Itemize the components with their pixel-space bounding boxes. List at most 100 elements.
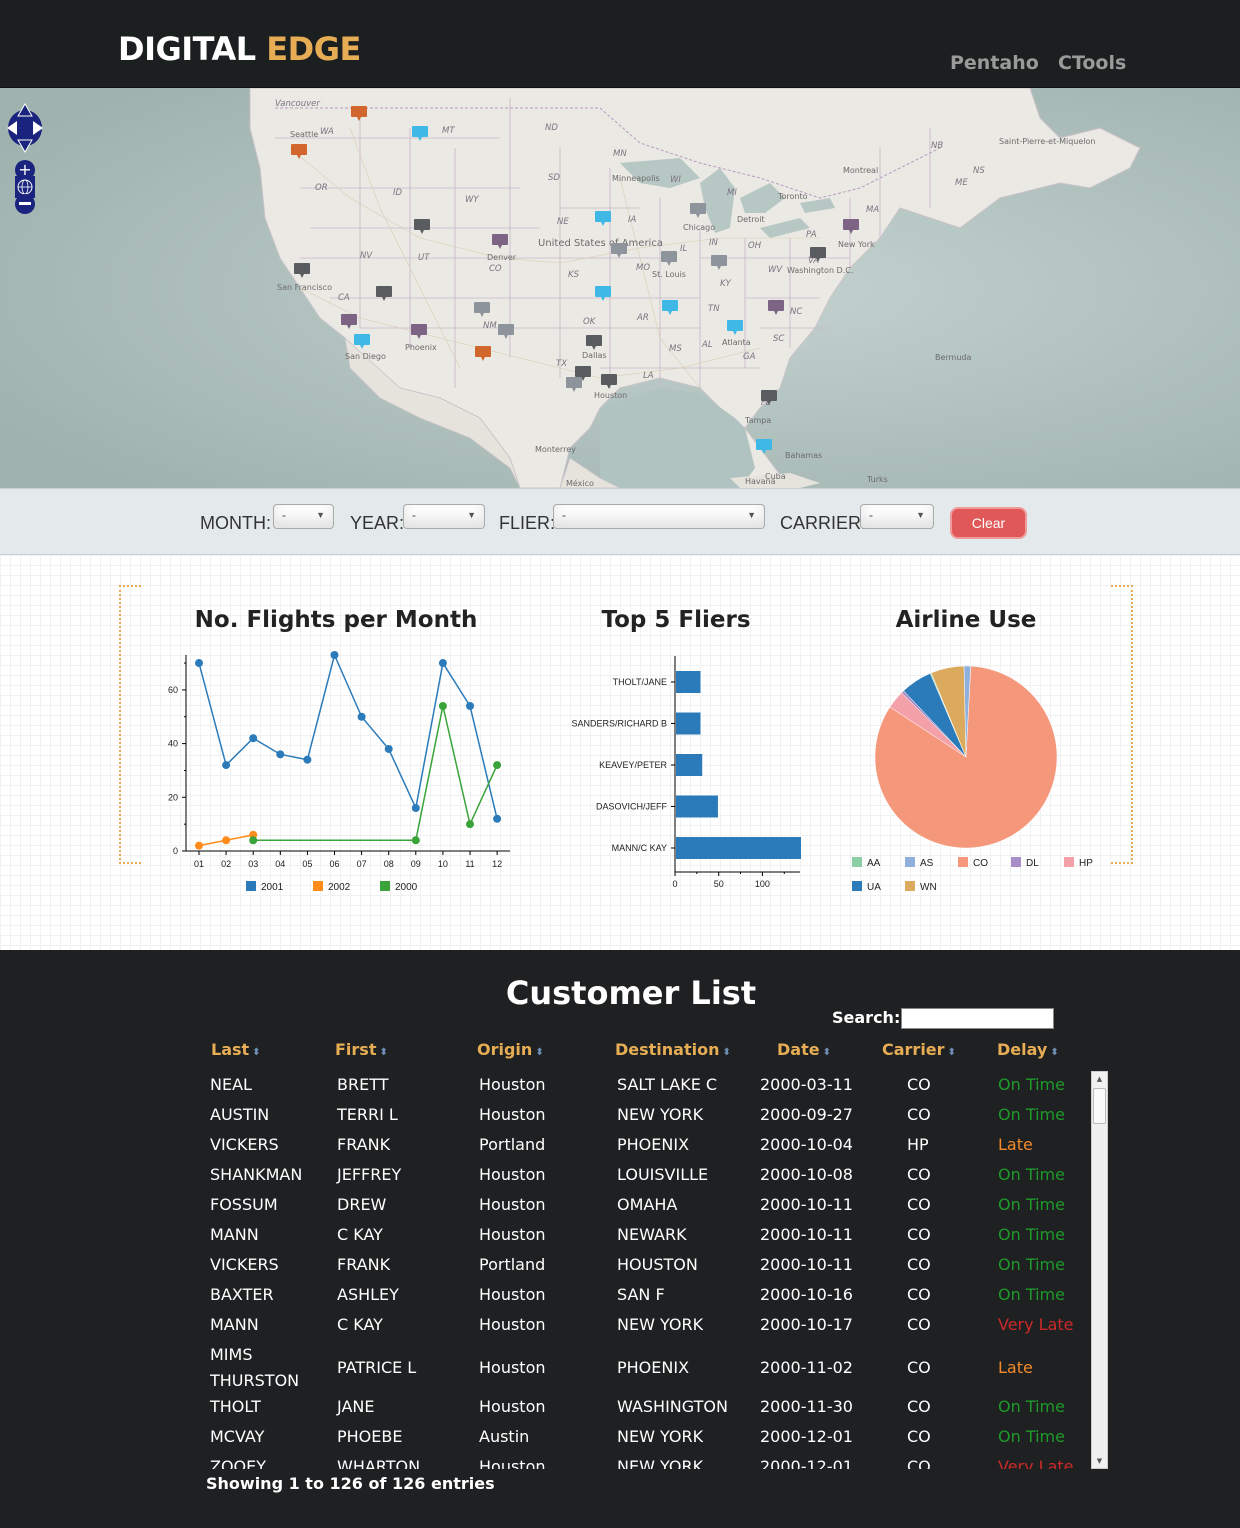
column-header-label: Date [777,1040,820,1059]
nav-link-pentaho[interactable]: Pentaho [950,52,1039,74]
table-row[interactable]: SHANKMAN JEFFREY Houston LOUISVILLE 2000-10-… [200,1162,1090,1192]
sort-icon[interactable]: ⬍ [948,1047,956,1058]
column-header-delay[interactable]: Delay ⬍ [997,1040,1059,1059]
table-row[interactable]: THOLT JANE Houston WASHINGTON 2000-11-30 CO On… [200,1394,1090,1424]
table-row[interactable]: BAXTER ASHLEY Houston SAN F 2000-10-16 CO On T… [200,1282,1090,1312]
sort-icon[interactable]: ⬍ [252,1047,260,1058]
cell-origin: Houston [479,1358,546,1377]
sort-icon[interactable]: ⬍ [823,1047,831,1058]
sort-icon[interactable]: ⬍ [379,1047,387,1058]
column-header-origin[interactable]: Origin ⬍ [477,1040,544,1059]
column-header-date[interactable]: Date ⬍ [777,1040,831,1059]
svg-text:WY: WY [465,195,479,205]
column-header-label: Destination [615,1040,720,1059]
cell-origin: Houston [479,1397,546,1416]
sort-icon[interactable]: ⬍ [723,1047,731,1058]
cell-delay: On Time [998,1397,1065,1416]
table-row[interactable]: ZOOEY WHARTON Houston NEW YORK 2000-12-01 CO V… [200,1454,1090,1469]
cell-date: 2000-10-16 [760,1285,853,1304]
year-select[interactable]: - ▼ [403,504,485,529]
table-scrollbar[interactable]: ▲ ▼ [1091,1071,1108,1469]
search-input[interactable] [901,1008,1054,1029]
bar [676,671,701,693]
nav-link-ctools[interactable]: CTools [1058,52,1126,74]
svg-text:New York: New York [838,240,875,249]
logo-part-2: EDGE [266,30,361,68]
cell-first: BRETT [337,1075,389,1094]
data-point [195,841,203,850]
cell-last: VICKERS [210,1255,279,1274]
table-row[interactable]: FOSSUM DREW Houston OMAHA 2000-10-11 CO On Tim… [200,1192,1090,1222]
flights-line-chart[interactable]: 0 20 40 60 01 02 03 04 05 06 07 08 09 10 11 12 2001 2002 2… [168,651,510,893]
cell-carrier: CO [907,1165,931,1184]
svg-text:ID: ID [393,188,403,198]
cell-first: FRANK [337,1255,391,1274]
table-row[interactable]: MANN C KAY Houston NEWARK 2000-10-11 CO On Tim… [200,1222,1090,1252]
bar [676,837,801,859]
sort-icon[interactable]: ⬍ [535,1047,543,1058]
cell-carrier: CO [907,1315,931,1334]
scroll-thumb[interactable] [1093,1088,1106,1124]
y-tick-label: 40 [168,739,178,749]
month-select[interactable]: - ▼ [273,504,334,529]
table-row[interactable]: MCVAY PHOEBE Austin NEW YORK 2000-12-01 CO On … [200,1424,1090,1454]
svg-text:IA: IA [628,215,637,225]
y-tick-label: 60 [168,685,178,695]
svg-text:ME: ME [955,178,968,188]
map-zoom-out[interactable] [15,194,35,214]
year-label: YEAR: [350,513,405,533]
logo[interactable]: DIGITAL EDGE [118,30,361,68]
svg-text:NS: NS [973,166,985,176]
cell-date: 2000-10-11 [760,1225,853,1244]
scroll-up-icon[interactable]: ▲ [1092,1072,1107,1086]
flier-select[interactable]: - ▼ [553,504,765,529]
sort-icon[interactable]: ⬍ [1050,1047,1058,1058]
x-tick-label: 02 [221,859,231,869]
clear-button[interactable]: Clear [950,507,1027,539]
table-row[interactable]: NEAL BRETT Houston SALT LAKE C 2000-03-11 CO O… [200,1072,1090,1102]
column-header-last[interactable]: Last ⬍ [211,1040,261,1059]
table-row[interactable]: VICKERS FRANK Portland HOUSTON 2000-10-11 CO O… [200,1252,1090,1282]
x-tick-label: 05 [302,859,312,869]
carrier-select[interactable]: - ▼ [860,504,934,529]
bar [676,795,718,818]
legend-label: 2000 [395,882,418,893]
column-header-carrier[interactable]: Carrier ⬍ [882,1040,956,1059]
svg-text:Toronto: Toronto [777,192,808,201]
cell-delay: On Time [998,1255,1065,1274]
bar-label: THOLT/JANE [613,677,667,687]
cell-delay: On Time [998,1427,1065,1446]
cell-destination: NEW YORK [617,1457,704,1469]
customer-list-title: Customer List [505,974,757,1012]
svg-text:MT: MT [442,126,455,136]
fliers-bar-chart[interactable]: THOLT/JANE SANDERS/RICHARD B KEAVEY/PETER D… [571,656,801,889]
table-row[interactable]: AUSTIN TERRI L Houston NEW YORK 2000-09-27 CO… [200,1102,1090,1132]
data-point [195,659,203,668]
cell-destination: NEW YORK [617,1315,704,1334]
cell-last: THOLT [210,1397,261,1416]
data-point [303,755,312,764]
data-point [222,836,231,845]
x-tick-label: 11 [465,859,474,869]
table-row[interactable]: MANN C KAY Houston NEW YORK 2000-10-17 CO Very… [200,1312,1090,1342]
column-header-destination[interactable]: Destination ⬍ [615,1040,731,1059]
map-canvas[interactable]: Vancouver WA MT ND OR ID SD MN WI MI WY … [0,88,1240,488]
cell-date: 2000-11-30 [760,1397,853,1416]
table-row[interactable]: VICKERS FRANK Portland PHOENIX 2000-10-04 HP L… [200,1132,1090,1162]
column-header-first[interactable]: First ⬍ [335,1040,388,1059]
legend-swatch [905,857,915,867]
flight-map[interactable]: Vancouver WA MT ND OR ID SD MN WI MI WY … [0,88,1240,488]
svg-text:México: México [566,478,594,488]
cell-first: PHOEBE [337,1427,403,1446]
legend-label: HP [1079,858,1093,869]
table-row[interactable]: MIMS THURSTON PATRICE L Houston PHOENIX 2000… [200,1342,1090,1394]
bar [676,712,701,735]
svg-text:Phoenix: Phoenix [405,343,437,352]
svg-text:Turks: Turks [866,475,888,484]
airline-pie-chart[interactable]: AA AS CO DL HP UA WN [852,665,1093,893]
cell-date: 2000-10-11 [760,1255,853,1274]
cell-destination: LOUISVILLE [617,1165,709,1184]
cell-first: ASHLEY [337,1285,399,1304]
cell-last: SHANKMAN [210,1165,303,1184]
scroll-down-icon[interactable]: ▼ [1092,1454,1107,1468]
